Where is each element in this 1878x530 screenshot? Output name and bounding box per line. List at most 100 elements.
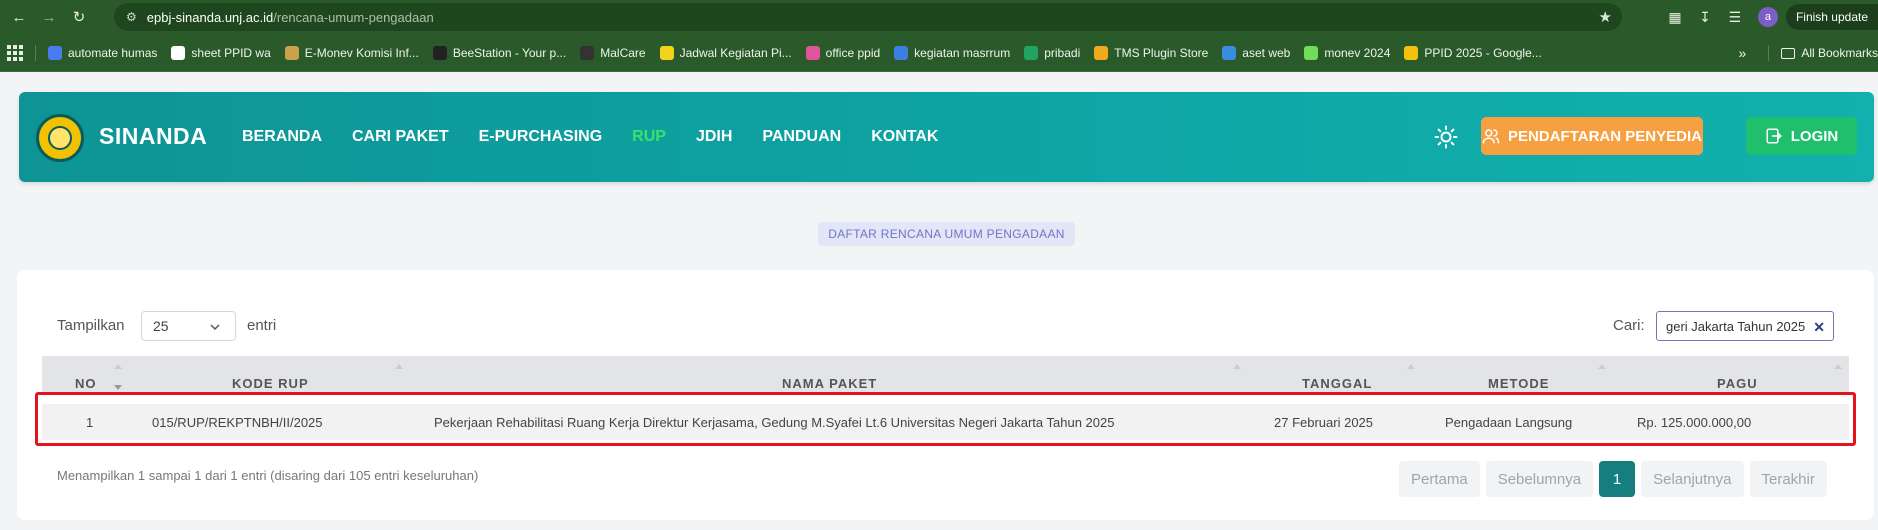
previous-page-button[interactable]: Sebelumnya bbox=[1485, 461, 1594, 497]
column-header-kode-rup[interactable]: KODE RUP bbox=[232, 356, 309, 393]
bookmark-item[interactable]: BeeStation - Your p... bbox=[432, 45, 566, 60]
bookmark-item[interactable]: E-Monev Komisi Inf... bbox=[284, 45, 419, 60]
reload-icon[interactable]: ↻ bbox=[68, 6, 90, 28]
folder-icon bbox=[1781, 47, 1796, 59]
column-header-tanggal[interactable]: TANGGAL bbox=[1302, 356, 1372, 393]
unj-logo[interactable] bbox=[36, 114, 84, 162]
bookmark-label: E-Monev Komisi Inf... bbox=[304, 45, 419, 60]
bookmarks-separator bbox=[35, 44, 36, 61]
bookmark-item[interactable]: office ppid bbox=[805, 45, 881, 60]
column-header-metode[interactable]: METODE bbox=[1488, 356, 1549, 393]
bookmark-item[interactable]: aset web bbox=[1222, 45, 1291, 60]
login-icon bbox=[1765, 127, 1783, 145]
bookmark-label: automate humas bbox=[68, 45, 158, 60]
bookmark-item[interactable]: PPID 2025 - Google... bbox=[1404, 45, 1542, 60]
bookmark-label: kegiatan masrrum bbox=[914, 45, 1011, 60]
first-page-button[interactable]: Pertama bbox=[1399, 461, 1480, 497]
sort-icon[interactable] bbox=[1407, 363, 1415, 369]
current-page-button[interactable]: 1 bbox=[1599, 461, 1636, 497]
section-title-badge: DAFTAR RENCANA UMUM PENGADAAN bbox=[818, 222, 1075, 246]
profile-avatar[interactable]: a bbox=[1757, 7, 1778, 27]
bookmark-label: aset web bbox=[1242, 45, 1291, 60]
bookmark-label: pribadi bbox=[1044, 45, 1081, 60]
apps-grid-icon[interactable] bbox=[7, 44, 23, 61]
bookmark-favicon-icon bbox=[48, 45, 62, 60]
bookmark-label: Jadwal Kegiatan Pi... bbox=[679, 45, 792, 60]
bookmark-item[interactable]: pribadi bbox=[1024, 45, 1081, 60]
sort-icon[interactable] bbox=[395, 363, 403, 369]
nav-jdih[interactable]: JDIH bbox=[696, 128, 732, 146]
more-bookmarks-icon[interactable]: » bbox=[1739, 45, 1747, 61]
bookmark-item[interactable]: TMS Plugin Store bbox=[1094, 45, 1209, 60]
finish-update-button[interactable]: Finish update bbox=[1785, 4, 1878, 30]
bookmarks-bar: automate humas sheet PPID wa E-Monev Komis… bbox=[0, 34, 1878, 72]
clear-search-icon[interactable]: ✕ bbox=[1813, 319, 1825, 336]
bookmark-item[interactable]: MalCare bbox=[580, 45, 646, 60]
sort-desc-icon[interactable] bbox=[114, 385, 122, 391]
extensions-icon[interactable]: ▦ bbox=[1660, 9, 1690, 26]
bookmark-item[interactable]: Jadwal Kegiatan Pi... bbox=[659, 45, 792, 60]
bookmark-favicon-icon bbox=[171, 45, 186, 60]
bookmark-label: office ppid bbox=[825, 45, 881, 60]
bookmark-favicon-icon bbox=[805, 45, 820, 60]
forward-icon[interactable]: → bbox=[38, 6, 60, 28]
sort-icon[interactable] bbox=[114, 363, 122, 369]
bookmark-favicon-icon bbox=[894, 45, 909, 60]
bookmark-label: PPID 2025 - Google... bbox=[1424, 45, 1542, 60]
nav-rup[interactable]: RUP bbox=[632, 128, 666, 146]
register-vendor-button[interactable]: PENDAFTARAN PENYEDIA bbox=[1481, 117, 1703, 155]
last-page-button[interactable]: Terakhir bbox=[1749, 461, 1827, 497]
pagination: Pertama Sebelumnya 1 Selanjutnya Terakhi… bbox=[1399, 461, 1827, 497]
nav-panduan[interactable]: PANDUAN bbox=[762, 128, 841, 146]
site-settings-icon[interactable]: ⚙ bbox=[126, 10, 137, 24]
url-path: /rencana-umum-pengadaan bbox=[273, 9, 434, 25]
bookmark-label: TMS Plugin Store bbox=[1114, 45, 1209, 60]
bookmark-star-icon[interactable]: ★ bbox=[1599, 8, 1612, 26]
bookmark-favicon-icon bbox=[1024, 45, 1039, 60]
bookmark-label: monev 2024 bbox=[1324, 45, 1391, 60]
nav-e-purchasing[interactable]: E-PURCHASING bbox=[479, 128, 603, 146]
search-input[interactable]: geri Jakarta Tahun 2025 ✕ bbox=[1656, 311, 1834, 341]
column-header-nama-paket[interactable]: NAMA PAKET bbox=[782, 356, 877, 393]
nav-beranda[interactable]: BERANDA bbox=[242, 128, 322, 146]
sort-icon[interactable] bbox=[1598, 363, 1606, 369]
sort-icon[interactable] bbox=[1233, 363, 1241, 369]
nav-kontak[interactable]: KONTAK bbox=[871, 128, 938, 146]
register-vendor-label: PENDAFTARAN PENYEDIA bbox=[1508, 127, 1702, 145]
bookmark-item[interactable]: automate humas bbox=[48, 45, 158, 60]
site-header: SINANDA BERANDA CARI PAKET E-PURCHASING RUP… bbox=[19, 92, 1874, 182]
main-nav: BERANDA CARI PAKET E-PURCHASING RUP JDIH PAND… bbox=[242, 128, 968, 146]
next-page-button[interactable]: Selanjutnya bbox=[1641, 461, 1744, 497]
column-header-no[interactable]: NO bbox=[75, 356, 97, 393]
table-info-text: Menampilkan 1 sampai 1 dari 1 entri (dis… bbox=[57, 468, 479, 483]
users-icon bbox=[1482, 127, 1500, 145]
bookmark-item[interactable]: kegiatan masrrum bbox=[894, 45, 1011, 60]
bookmark-favicon-icon bbox=[659, 45, 674, 60]
brand-name[interactable]: SINANDA bbox=[99, 123, 207, 150]
bookmark-favicon-icon bbox=[1404, 45, 1419, 60]
bookmark-favicon-icon bbox=[580, 45, 595, 60]
media-icon[interactable]: ☰ bbox=[1720, 9, 1750, 26]
entries-label: entri bbox=[247, 317, 277, 334]
login-button[interactable]: LOGIN bbox=[1746, 117, 1857, 155]
search-input-value: geri Jakarta Tahun 2025 bbox=[1666, 318, 1806, 334]
bookmark-item[interactable]: sheet PPID wa bbox=[171, 45, 271, 60]
download-icon[interactable]: ↧ bbox=[1690, 9, 1720, 26]
back-icon[interactable]: ← bbox=[8, 6, 30, 28]
theme-toggle-sun-icon[interactable] bbox=[1432, 123, 1460, 151]
all-bookmarks-link[interactable]: All Bookmarks bbox=[1801, 46, 1878, 60]
bookmark-favicon-icon bbox=[1222, 45, 1237, 60]
nav-cari-paket[interactable]: CARI PAKET bbox=[352, 128, 449, 146]
sort-icon[interactable] bbox=[1834, 363, 1842, 369]
bookmark-item[interactable]: monev 2024 bbox=[1304, 45, 1391, 60]
browser-toolbar: ← → ↻ ⚙ epbj-sinanda.unj.ac.id/rencana-u… bbox=[0, 0, 1878, 34]
page-length-select[interactable]: 25 bbox=[141, 311, 236, 341]
bookmark-favicon-icon bbox=[1094, 45, 1109, 60]
login-label: LOGIN bbox=[1790, 127, 1839, 145]
bookmark-favicon-icon bbox=[284, 45, 299, 60]
address-bar[interactable]: ⚙ epbj-sinanda.unj.ac.id/rencana-umum-pe… bbox=[114, 3, 1622, 31]
bookmark-label: sheet PPID wa bbox=[191, 45, 271, 60]
page-length-value: 25 bbox=[153, 318, 169, 334]
column-header-pagu[interactable]: PAGU bbox=[1717, 356, 1758, 393]
show-entries-label: Tampilkan bbox=[57, 317, 125, 334]
